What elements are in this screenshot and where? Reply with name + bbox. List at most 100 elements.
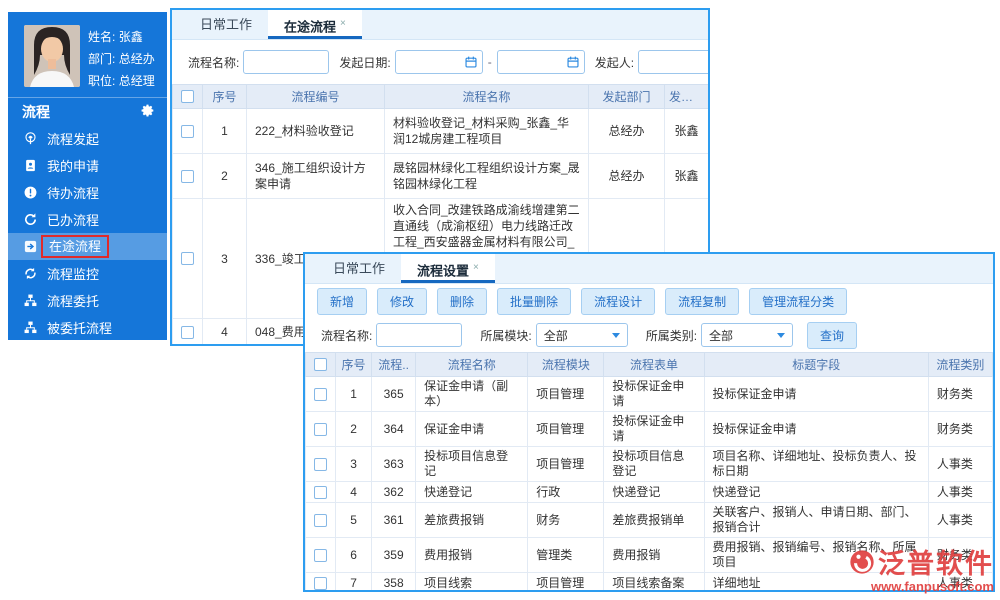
panel1-filterbar: 流程名称: 发起日期: - 发起人: (172, 40, 708, 84)
edit-button[interactable]: 修改 (377, 287, 428, 315)
row-checkbox[interactable] (314, 422, 328, 436)
calendar-icon[interactable] (464, 55, 478, 69)
calendar-icon[interactable] (566, 55, 580, 69)
table-cell: 359 (371, 537, 417, 573)
row-select-cell (172, 153, 203, 199)
column-header: 流程类别 (927, 352, 993, 377)
table-row[interactable]: 2 364 保证金申请 项目管理 投标保证金申请 投标保证金申请 财务类 (305, 411, 993, 447)
delete-button[interactable]: 删除 (437, 287, 488, 315)
select-all-checkbox[interactable] (314, 358, 328, 371)
row-select-cell (172, 318, 203, 344)
table-cell: 363 (371, 446, 417, 482)
table-cell: 投标保证金申请 (703, 376, 929, 412)
row-checkbox[interactable] (181, 124, 194, 138)
row-checkbox[interactable] (314, 457, 328, 471)
column-header: 流程名称 (415, 352, 529, 377)
row-checkbox[interactable] (181, 325, 194, 339)
process-name-input[interactable] (376, 323, 463, 347)
table-cell: 晟铭园林绿化工程组织设计方案_晟铭园林绿化工程 (384, 153, 589, 199)
row-checkbox[interactable] (314, 387, 328, 401)
tab-daily-work[interactable]: 日常工作 (317, 254, 401, 283)
close-icon[interactable]: × (340, 18, 346, 29)
table-cell: 1 (335, 376, 373, 412)
tab-process-settings[interactable]: 流程设置 × (401, 254, 495, 283)
close-icon[interactable]: × (473, 262, 479, 273)
row-checkbox[interactable] (181, 252, 194, 266)
start-date-label: 发起日期: (339, 55, 391, 70)
process-copy-button[interactable]: 流程复制 (665, 287, 740, 315)
batch-delete-button[interactable]: 批量删除 (497, 287, 572, 315)
table-cell: 人事类 (927, 481, 993, 503)
panel1-tabbar: 日常工作 在途流程 × (172, 10, 708, 40)
table-row[interactable]: 5 361 差旅费报销 财务 差旅费报销单 关联客户、报销人、申请日期、部门、报销合计 人事… (305, 502, 993, 538)
gear-icon[interactable] (140, 103, 155, 121)
select-all-checkbox[interactable] (181, 90, 194, 103)
broadcast-icon (25, 132, 36, 145)
row-select-cell (172, 108, 203, 154)
table-cell: 项目线索备案 (603, 572, 705, 590)
table-cell: 快递登记 (415, 481, 529, 503)
table-cell: 5 (335, 502, 373, 538)
tab-daily-work[interactable]: 日常工作 (184, 10, 268, 39)
row-checkbox[interactable] (314, 548, 328, 562)
sidebar-item-in-transit-processes[interactable]: 在途流程 (8, 233, 167, 260)
table-row[interactable]: 3 363 投标项目信息登记 项目管理 投标项目信息登记 项目名称、详细地址、投标负责人、… (305, 446, 993, 482)
table-row[interactable]: 2 346_施工组织设计方案申请 晟铭园林绿化工程组织设计方案_晟铭园林绿化工程 总经… (172, 153, 708, 199)
sidebar-item-process-monitor[interactable]: 流程监控 (8, 260, 167, 287)
panel2-tabbar: 日常工作 流程设置 × (305, 254, 993, 284)
process-name-input[interactable] (243, 50, 330, 74)
table-cell: 人事类 (927, 446, 993, 482)
profile-name: 姓名: 张鑫 (88, 30, 143, 44)
manage-process-category-button[interactable]: 管理流程分类 (749, 287, 848, 315)
table-row[interactable]: 7 358 项目线索 项目管理 项目线索备案 详细地址 人事类 (305, 572, 993, 590)
sidebar-item-process-initiate[interactable]: 流程发起 (8, 125, 167, 152)
table-cell: 关联客户、报销人、申请日期、部门、报销合计 (703, 502, 929, 538)
table-cell: 投标项目信息登记 (603, 446, 705, 482)
id-badge-icon (26, 159, 35, 172)
row-select-cell (305, 411, 337, 447)
table-cell: 346_施工组织设计方案申请 (246, 153, 385, 199)
module-select[interactable]: 全部 (535, 323, 628, 347)
category-select[interactable]: 全部 (701, 323, 794, 347)
panel2-toolbar: 新增 修改 删除 批量删除 流程设计 流程复制 管理流程分类 (305, 284, 993, 318)
refresh-icon (25, 213, 36, 225)
table-cell: 财务 (527, 502, 605, 538)
table-row[interactable]: 4 362 快递登记 行政 快递登记 快递登记 人事类 (305, 481, 993, 503)
table-cell: 差旅费报销 (415, 502, 529, 538)
table-cell: 费用报销 (603, 537, 705, 573)
row-select-cell (305, 572, 337, 590)
sidebar-item-done-processes[interactable]: 已办流程 (8, 206, 167, 233)
column-header: 流程表单 (603, 352, 705, 377)
table-cell: 1 (202, 108, 247, 154)
table-row[interactable]: 6 359 费用报销 管理类 费用报销 费用报销、报销编号、报销名称、所属项目 财务类 (305, 537, 993, 573)
table-cell: 行政 (527, 481, 605, 503)
row-checkbox[interactable] (314, 576, 328, 590)
column-header: 流程编号 (246, 84, 385, 109)
sidebar-section-header: 流程 (8, 98, 167, 125)
table-cell: 材料验收登记_材料采购_张鑫_华润12城房建工程项目 (384, 108, 589, 154)
initiator-input[interactable] (638, 50, 708, 74)
row-checkbox[interactable] (314, 513, 328, 527)
row-checkbox[interactable] (314, 485, 328, 499)
sidebar-item-delegated-processes[interactable]: 被委托流程 (8, 314, 167, 341)
process-design-button[interactable]: 流程设计 (581, 287, 656, 315)
sidebar-item-my-applications[interactable]: 我的申请 (8, 152, 167, 179)
sitemap-icon (24, 321, 37, 334)
tab-in-transit-processes[interactable]: 在途流程 × (268, 10, 362, 39)
sidebar-item-process-delegation[interactable]: 流程委托 (8, 287, 167, 314)
column-header: 流程模块 (527, 352, 605, 377)
sidebar-item-todo-processes[interactable]: 待办流程 (8, 179, 167, 206)
table-cell: 3 (335, 446, 373, 482)
process-settings-window: 日常工作 流程设置 × 新增 修改 删除 批量删除 流程设计 流程复制 管理流程分… (303, 252, 995, 592)
row-checkbox[interactable] (181, 169, 194, 183)
initiator-label: 发起人: (594, 55, 635, 70)
query-button[interactable]: 查询 (807, 321, 858, 349)
chevron-down-icon (611, 332, 620, 338)
table-row[interactable]: 1 365 保证金申请（副本） 项目管理 投标保证金申请 投标保证金申请 财务类 (305, 376, 993, 412)
process-name-label: 流程名称: (188, 55, 240, 70)
table-row[interactable]: 1 222_材料验收登记 材料验收登记_材料采购_张鑫_华润12城房建工程项目 总经办… (172, 108, 708, 154)
start-date-from-field (394, 50, 483, 74)
add-button[interactable]: 新增 (317, 287, 368, 315)
table-cell: 保证金申请（副本） (415, 376, 529, 412)
table-cell: 361 (371, 502, 417, 538)
